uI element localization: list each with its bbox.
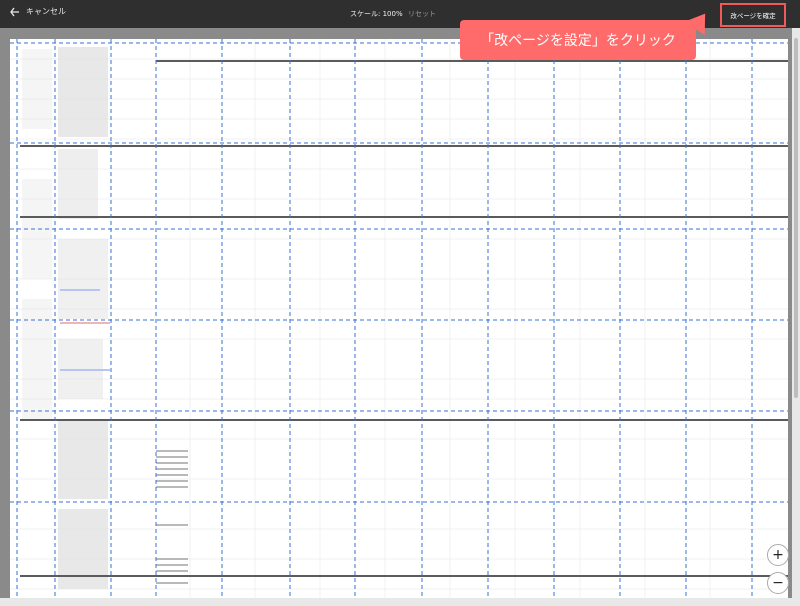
scale-readout: スケール: 100% [350, 10, 403, 18]
scroll-thumb[interactable] [794, 38, 798, 398]
cancel-button[interactable]: キャンセル [10, 6, 66, 17]
cancel-label: キャンセル [26, 7, 66, 16]
horizontal-scrollbar[interactable] [0, 598, 800, 606]
instruction-callout: 「改ページを設定」をクリック [460, 20, 696, 60]
vertical-scrollbar[interactable] [792, 28, 800, 598]
reset-button[interactable]: リセット [408, 9, 436, 19]
arrow-left-icon [10, 7, 19, 16]
spreadsheet-preview [10, 39, 788, 599]
zoom-in-button[interactable]: + [767, 544, 789, 566]
page-break-preview-canvas[interactable] [10, 39, 788, 599]
zoom-out-button[interactable]: − [767, 572, 789, 594]
confirm-page-break-button[interactable]: 改ページを確定 [720, 3, 786, 27]
